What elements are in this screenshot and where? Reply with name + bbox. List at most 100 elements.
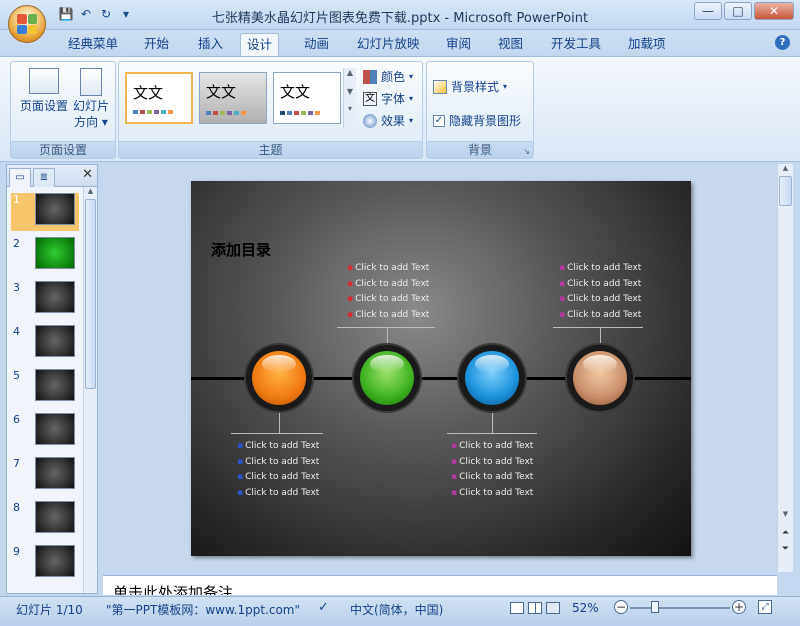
themes-group-label: 主题 <box>119 141 422 158</box>
slide-thumbnail <box>35 369 75 401</box>
page-setup-icon <box>29 68 59 94</box>
orb-bronze[interactable] <box>567 345 633 411</box>
background-styles-button[interactable]: 背景样式 ▾ <box>433 78 507 95</box>
tab-home[interactable]: 开始 <box>138 33 175 56</box>
slide-number: 5 <box>13 369 20 382</box>
slide-thumb-1[interactable]: 1 <box>11 193 79 231</box>
orb-orange[interactable] <box>246 345 312 411</box>
scroll-thumb[interactable] <box>85 199 96 389</box>
slide-thumb-7[interactable]: 7 <box>11 457 79 495</box>
list-item: Click to add Text <box>347 277 429 293</box>
close-panel-icon[interactable]: ✕ <box>82 167 93 182</box>
fit-window-icon[interactable]: ⤢ <box>758 600 772 614</box>
minimize-button[interactable]: — <box>694 2 722 20</box>
orb-green[interactable] <box>354 345 420 411</box>
notes-placeholder: 单击此处添加备注 <box>113 584 234 595</box>
maximize-button[interactable]: □ <box>724 2 752 20</box>
list-item: Click to add Text <box>451 455 533 471</box>
slide-thumbnail <box>35 501 75 533</box>
text-block-top-2[interactable]: Click to add Text Click to add Text Clic… <box>559 261 641 323</box>
theme-effects-button[interactable]: 效果 ▾ <box>363 112 413 129</box>
text-block-top-1[interactable]: Click to add Text Click to add Text Clic… <box>347 261 429 323</box>
spellcheck-icon[interactable]: ✓ <box>318 600 329 615</box>
checkbox-checked-icon[interactable]: ✓ <box>433 114 445 127</box>
list-item: Click to add Text <box>559 277 641 293</box>
slide-thumb-4[interactable]: 4 <box>11 325 79 363</box>
slide-number: 7 <box>13 457 20 470</box>
theme-fonts-button[interactable]: 文 字体 ▾ <box>363 90 413 107</box>
fonts-icon: 文 <box>363 91 377 106</box>
zoom-in-icon[interactable]: + <box>732 600 746 614</box>
slide-thumb-2[interactable]: 2 <box>11 237 79 275</box>
tab-animations[interactable]: 动画 <box>298 33 335 56</box>
slide-title[interactable]: 添加目录 <box>211 239 271 260</box>
page-setup-label: 页面设置 <box>19 99 68 113</box>
notes-pane[interactable]: 单击此处添加备注 <box>103 575 777 595</box>
next-slide-icon[interactable]: ⏷ <box>778 544 793 554</box>
tab-classic-menu[interactable]: 经典菜单 <box>62 33 124 56</box>
zoom-slider[interactable] <box>630 607 730 609</box>
slide-thumb-6[interactable]: 6 <box>11 413 79 451</box>
slide-scrollbar[interactable]: ▲ ▼ ⏶ ⏷ <box>777 164 793 572</box>
list-item: Click to add Text <box>347 308 429 324</box>
language-indicator[interactable]: 中文(简体，中国) <box>350 601 443 618</box>
connector-line <box>387 327 388 347</box>
prev-slide-icon[interactable]: ⏶ <box>778 528 793 538</box>
slide-thumb-5[interactable]: 5 <box>11 369 79 407</box>
connector-line <box>231 433 323 434</box>
slide-sorter-icon[interactable] <box>528 602 542 614</box>
hide-background-graphics[interactable]: ✓ 隐藏背景图形 <box>433 112 521 129</box>
tab-addins[interactable]: 加载项 <box>622 33 672 56</box>
tab-view[interactable]: 视图 <box>492 33 529 56</box>
page-setup-button[interactable]: 页面设置 <box>15 68 73 114</box>
gallery-down-icon[interactable]: ▼ <box>344 87 356 96</box>
slide-thumb-3[interactable]: 3 <box>11 281 79 319</box>
slides-tab[interactable]: ▭ <box>9 168 31 187</box>
fonts-label: 字体 <box>381 92 406 106</box>
slideshow-icon[interactable] <box>546 602 560 614</box>
help-icon[interactable]: ? <box>775 35 790 50</box>
theme-thumb-1[interactable]: 文文 <box>125 72 193 124</box>
tab-insert[interactable]: 插入 <box>192 33 229 56</box>
tab-slideshow[interactable]: 幻灯片放映 <box>351 33 426 56</box>
slide-thumb-8[interactable]: 8 <box>11 501 79 539</box>
gallery-more-icon[interactable]: ▾ <box>344 104 356 113</box>
list-item: Click to add Text <box>559 261 641 277</box>
text-block-bottom-2[interactable]: Click to add Text Click to add Text Clic… <box>451 439 533 501</box>
gallery-up-icon[interactable]: ▲ <box>344 68 356 77</box>
slide-counter: 幻灯片 1/10 <box>16 603 83 617</box>
theme-colors-button[interactable]: 颜色 ▾ <box>363 68 413 85</box>
dialog-launcher-icon[interactable]: ↘ <box>523 147 530 156</box>
slide-number: 1 <box>13 193 20 206</box>
chevron-down-icon: ▾ <box>409 116 414 125</box>
scroll-up-icon[interactable]: ▲ <box>778 164 793 172</box>
tab-developer[interactable]: 开发工具 <box>545 33 607 56</box>
office-button[interactable] <box>8 5 46 43</box>
scroll-up-icon[interactable]: ▲ <box>84 187 97 195</box>
close-button[interactable]: ✕ <box>754 2 794 20</box>
page-setup-group: 页面设置 幻灯片 方向 ▾ 页面设置 <box>10 61 116 159</box>
slides-panel-scrollbar[interactable]: ▲ <box>83 187 97 593</box>
orientation-icon <box>80 68 102 96</box>
scroll-down-icon[interactable]: ▼ <box>778 510 793 518</box>
zoom-out-icon[interactable]: − <box>614 600 628 614</box>
tab-design[interactable]: 设计 <box>240 33 280 56</box>
text-block-bottom-1[interactable]: Click to add Text Click to add Text Clic… <box>237 439 319 501</box>
zoom-level[interactable]: 52% <box>572 601 599 615</box>
slide[interactable]: 添加目录 Click to add Text Click to add Text… <box>191 181 691 556</box>
theme-thumb-2[interactable]: 文文 <box>199 72 267 124</box>
scroll-thumb[interactable] <box>779 176 792 206</box>
chevron-down-icon: ▾ <box>503 82 508 91</box>
slide-orientation-button[interactable]: 幻灯片 方向 ▾ <box>69 68 113 130</box>
normal-view-icon[interactable] <box>510 602 524 614</box>
slide-thumb-9[interactable]: 9 <box>11 545 79 583</box>
outline-tab[interactable]: ≣ <box>33 168 55 187</box>
zoom-slider-thumb[interactable] <box>651 601 659 613</box>
connector-line <box>600 327 601 347</box>
background-group-label: 背景 <box>427 141 533 158</box>
theme-gallery-scroll[interactable]: ▲ ▼ ▾ <box>343 68 356 128</box>
theme-thumb-3[interactable]: 文文 <box>273 72 341 124</box>
tab-review[interactable]: 审阅 <box>440 33 477 56</box>
orb-blue[interactable] <box>459 345 525 411</box>
slide-number: 4 <box>13 325 20 338</box>
